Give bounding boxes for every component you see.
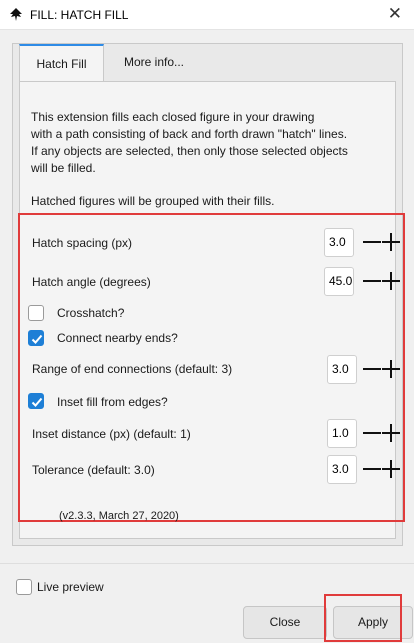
minus-icon[interactable]: [362, 459, 382, 479]
plus-icon[interactable]: [381, 359, 401, 379]
description-line: This extension fills each closed figure …: [31, 110, 315, 124]
divider: [0, 563, 414, 564]
apply-highlight: [324, 594, 402, 642]
hatch-spacing-input[interactable]: 3.0: [324, 228, 354, 257]
connect-ends-checkbox[interactable]: [28, 330, 44, 346]
connect-ends-label: Connect nearby ends?: [57, 331, 178, 345]
checkmark-icon: [31, 397, 43, 407]
version-text: (v2.3.3, March 27, 2020): [59, 510, 179, 522]
minus-icon[interactable]: [362, 359, 382, 379]
live-preview-label: Live preview: [37, 580, 104, 594]
tolerance-label: Tolerance (default: 3.0): [32, 463, 155, 477]
inset-fill-checkbox[interactable]: [28, 393, 44, 409]
title-bar: FILL: HATCH FILL ✕: [0, 0, 414, 30]
description-line: with a path consisting of back and forth…: [31, 127, 348, 141]
close-icon[interactable]: ✕: [388, 4, 402, 24]
crosshatch-label: Crosshatch?: [57, 306, 125, 320]
range-end-label: Range of end connections (default: 3): [32, 362, 233, 376]
hatch-angle-input[interactable]: 45.0: [324, 267, 354, 296]
inset-distance-input[interactable]: 1.0: [327, 419, 357, 448]
hatch-spacing-label: Hatch spacing (px): [32, 236, 133, 250]
close-button[interactable]: Close: [243, 606, 327, 639]
description-line: If any objects are selected, then only t…: [31, 144, 348, 158]
description-line: will be filled.: [31, 161, 96, 175]
inkscape-icon: [10, 8, 22, 21]
grouped-note: Hatched figures will be grouped with the…: [31, 194, 275, 208]
plus-icon[interactable]: [381, 459, 401, 479]
minus-icon[interactable]: [362, 232, 382, 252]
tab-more-info[interactable]: More info...: [109, 44, 199, 81]
live-preview-checkbox[interactable]: [16, 579, 32, 595]
range-end-input[interactable]: 3.0: [327, 355, 357, 384]
tab-bar: Hatch Fill More info...: [13, 44, 402, 82]
plus-icon[interactable]: [381, 271, 401, 291]
minus-icon[interactable]: [362, 423, 382, 443]
window-title: FILL: HATCH FILL: [30, 8, 129, 22]
minus-icon[interactable]: [362, 271, 382, 291]
tolerance-input[interactable]: 3.0: [327, 455, 357, 484]
tab-hatch-fill[interactable]: Hatch Fill: [19, 44, 104, 81]
plus-icon[interactable]: [381, 232, 401, 252]
checkmark-icon: [31, 334, 43, 344]
description: This extension fills each closed figure …: [31, 109, 391, 177]
crosshatch-checkbox[interactable]: [28, 305, 44, 321]
inset-distance-label: Inset distance (px) (default: 1): [32, 427, 191, 441]
hatch-angle-label: Hatch angle (degrees): [32, 275, 151, 289]
inset-fill-label: Inset fill from edges?: [57, 395, 168, 409]
plus-icon[interactable]: [381, 423, 401, 443]
